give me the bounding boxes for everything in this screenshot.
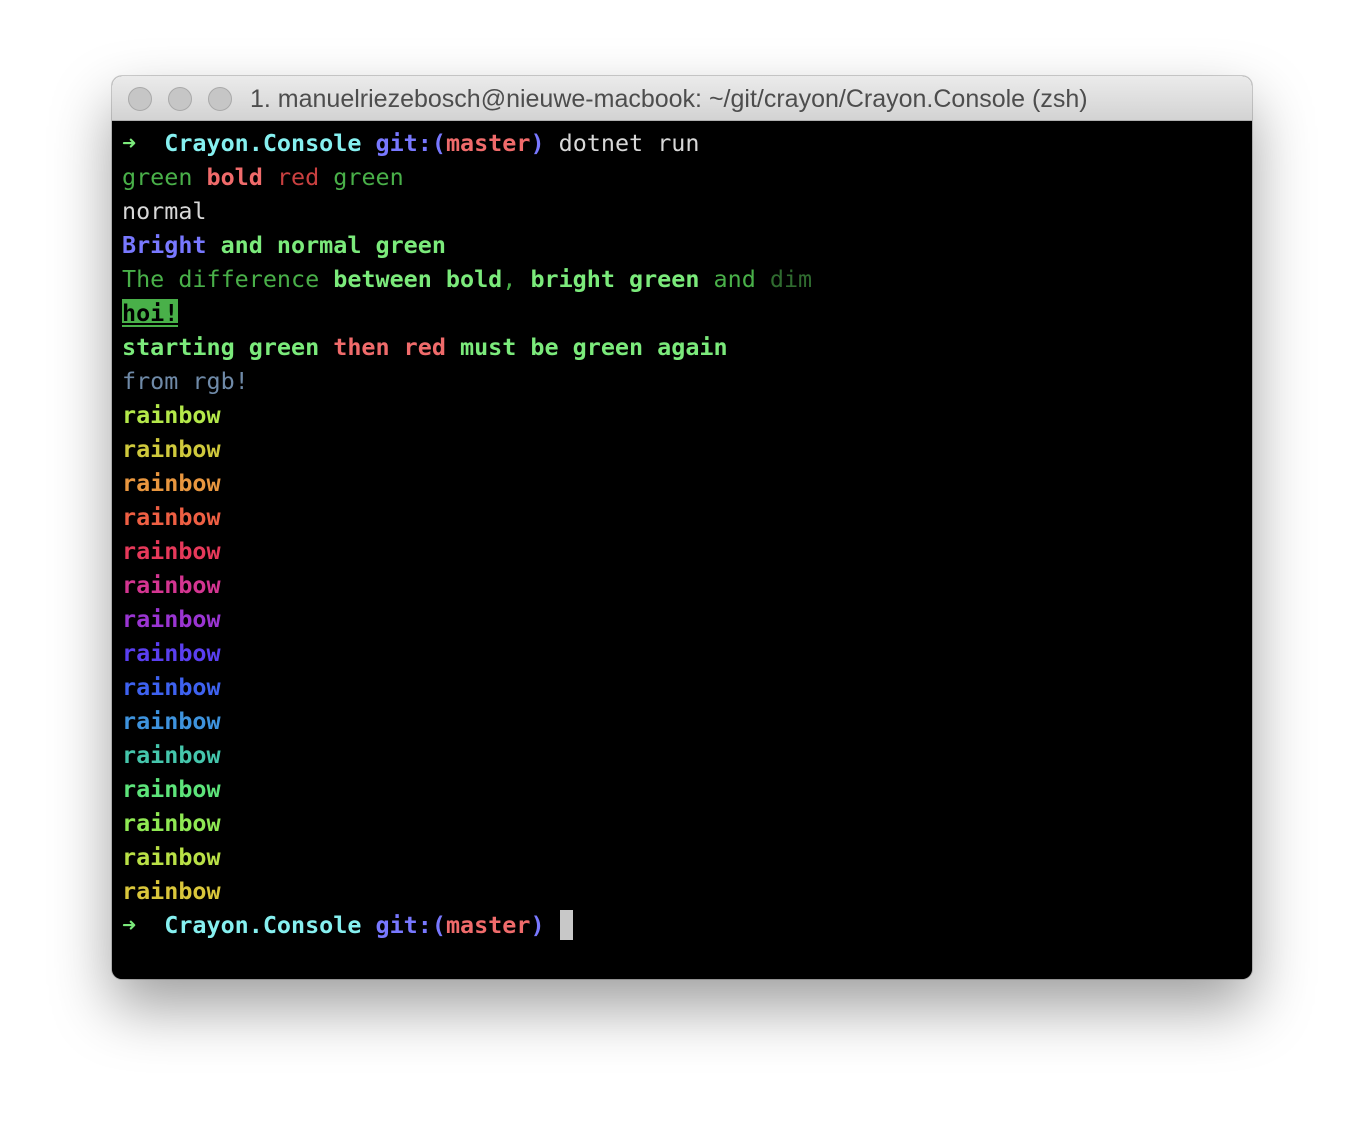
rainbow-line: rainbow — [122, 432, 812, 466]
rainbow-line: rainbow — [122, 704, 812, 738]
rainbow-line: rainbow — [122, 874, 812, 908]
rainbow-text: rainbow — [122, 537, 221, 565]
text-must-be-green-again: must be green again — [460, 333, 728, 361]
output-line-difference: The difference between bold, bright gree… — [122, 262, 812, 296]
rainbow-line: rainbow — [122, 500, 812, 534]
text-bright: Bright — [122, 231, 207, 259]
rainbow-text: rainbow — [122, 877, 221, 905]
close-button[interactable] — [128, 87, 152, 111]
git-label: git:( — [375, 129, 446, 157]
rainbow-line: rainbow — [122, 602, 812, 636]
rainbow-text: rainbow — [122, 809, 221, 837]
terminal-output[interactable]: ➜ Crayon.Console git:(master) dotnet run… — [112, 121, 1252, 979]
rainbow-text: rainbow — [122, 775, 221, 803]
minimize-button[interactable] — [168, 87, 192, 111]
rainbow-line: rainbow — [122, 568, 812, 602]
zoom-button[interactable] — [208, 87, 232, 111]
rainbow-text: rainbow — [122, 673, 221, 701]
text-comma: , — [502, 265, 517, 293]
title-bar[interactable]: 1. manuelriezebosch@nieuwe-macbook: ~/gi… — [112, 76, 1252, 121]
output-line-bright: Bright and normal green — [122, 228, 812, 262]
git-label: git:( — [375, 911, 446, 939]
output-line-hoi: hoi! — [122, 296, 812, 330]
text-and: and — [713, 265, 756, 293]
rainbow-text: rainbow — [122, 639, 221, 667]
rainbow-lines: rainbow rainbow rainbow rainbow rainbow rainb… — [122, 398, 812, 908]
rainbow-text: rainbow — [122, 571, 221, 599]
terminal-window: 1. manuelriezebosch@nieuwe-macbook: ~/gi… — [112, 76, 1252, 979]
rainbow-text: rainbow — [122, 741, 221, 769]
rainbow-line: rainbow — [122, 466, 812, 500]
rainbow-text: rainbow — [122, 469, 221, 497]
rainbow-line: rainbow — [122, 534, 812, 568]
rainbow-line: rainbow — [122, 398, 812, 432]
text-then-red: then red — [333, 333, 446, 361]
prompt-line-final: ➜ Crayon.Console git:(master) — [122, 908, 812, 942]
text-green: green — [122, 163, 193, 191]
text-bold-red: bold — [206, 163, 263, 191]
output-line-normal: normal — [122, 194, 812, 228]
text-hoi-highlighted: hoi! — [122, 299, 179, 327]
rainbow-line: rainbow — [122, 772, 812, 806]
rainbow-line: rainbow — [122, 738, 812, 772]
text-from-rgb: from rgb! — [122, 367, 249, 395]
git-label-close: ) — [530, 129, 545, 157]
output-line-nested: starting green then red must be green ag… — [122, 330, 812, 364]
rainbow-text: rainbow — [122, 605, 221, 633]
rainbow-text: rainbow — [122, 503, 221, 531]
prompt-line: ➜ Crayon.Console git:(master) dotnet run — [122, 126, 812, 160]
rainbow-line: rainbow — [122, 636, 812, 670]
output-line-colors: green bold red green — [122, 160, 812, 194]
git-branch: master — [445, 911, 531, 939]
rainbow-text: rainbow — [122, 401, 221, 429]
text-green-2: green — [333, 163, 404, 191]
rainbow-line: rainbow — [122, 840, 812, 874]
terminal-lines: ➜ Crayon.Console git:(master) dotnet run… — [122, 126, 812, 942]
git-branch: master — [445, 129, 531, 157]
text-starting-green: starting green — [122, 333, 320, 361]
rainbow-text: rainbow — [122, 707, 221, 735]
text-normal: normal — [122, 197, 207, 225]
text-and-normal-green: and normal green — [220, 231, 446, 259]
window-title: 1. manuelriezebosch@nieuwe-macbook: ~/gi… — [250, 85, 1088, 113]
rainbow-line: rainbow — [122, 670, 812, 704]
rainbow-text: rainbow — [122, 435, 221, 463]
git-label-close: ) — [530, 911, 545, 939]
output-line-rgb: from rgb! — [122, 364, 812, 398]
prompt-directory: Crayon.Console — [164, 129, 362, 157]
text-between-bold: between bold — [333, 265, 503, 293]
text-red: red — [276, 163, 320, 191]
text-dim: dim — [769, 265, 813, 293]
text-the-difference: The difference — [122, 265, 320, 293]
rainbow-line: rainbow — [122, 806, 812, 840]
rainbow-text: rainbow — [122, 843, 221, 871]
text-bright-green: bright green — [530, 265, 700, 293]
prompt-arrow-icon: ➜ — [122, 911, 137, 939]
prompt-arrow-icon: ➜ — [122, 129, 137, 157]
terminal-cursor[interactable] — [559, 909, 573, 940]
prompt-directory: Crayon.Console — [164, 911, 362, 939]
command-text: dotnet run — [558, 129, 700, 157]
